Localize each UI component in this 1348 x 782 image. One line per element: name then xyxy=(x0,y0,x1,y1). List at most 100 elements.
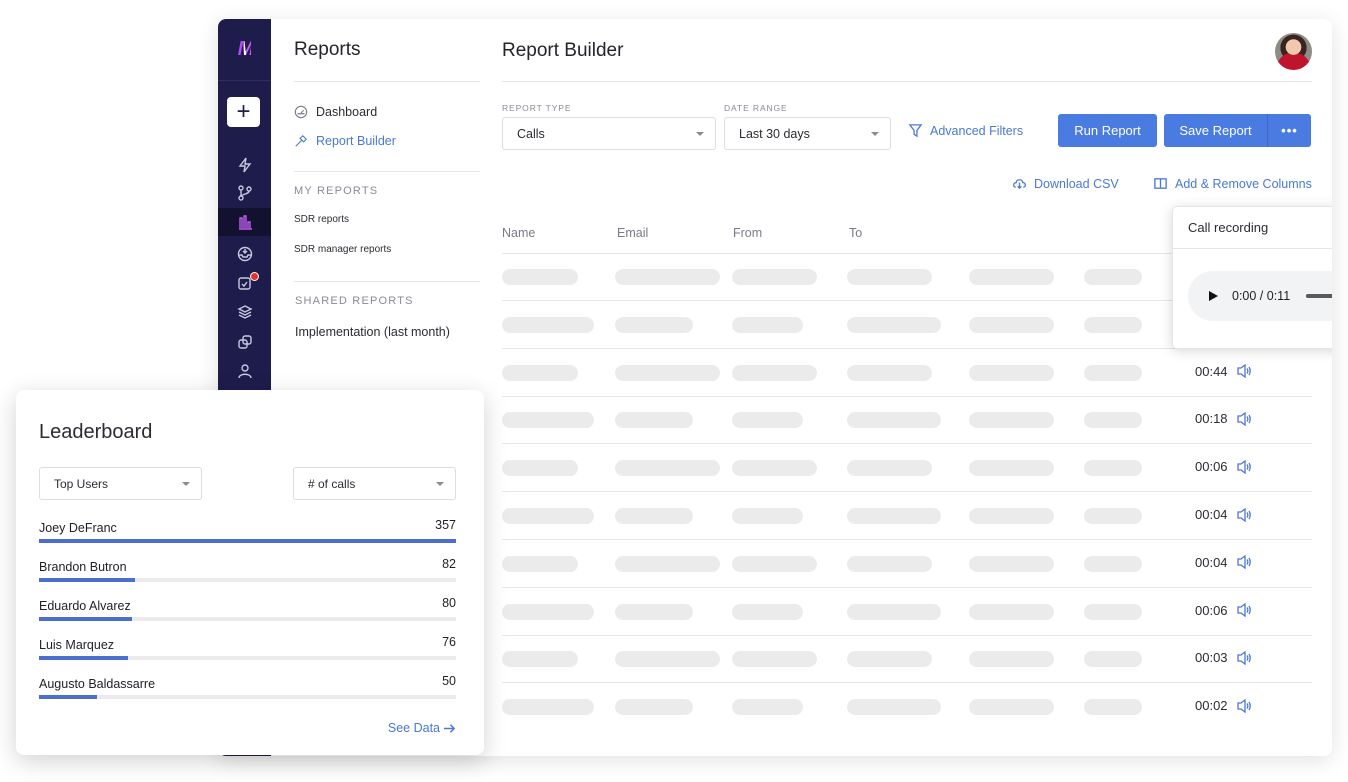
popup-title: Call recording xyxy=(1173,207,1332,249)
call-count: 80 xyxy=(442,596,456,610)
skeleton-cell xyxy=(732,508,803,524)
recording-duration[interactable]: 00:03 xyxy=(1195,650,1252,665)
chevron-down-icon xyxy=(182,482,190,486)
recording-duration[interactable]: 00:06 xyxy=(1195,603,1252,618)
skeleton-cell xyxy=(969,364,1054,381)
skeleton-cell xyxy=(969,460,1054,477)
rail-user[interactable] xyxy=(218,357,271,385)
inbox-icon xyxy=(237,246,252,262)
call-count: 50 xyxy=(442,674,456,688)
rail-copy[interactable] xyxy=(218,328,271,356)
skeleton-cell xyxy=(732,651,817,668)
nav-dashboard[interactable]: Dashboard xyxy=(294,105,377,119)
metric-value: # of calls xyxy=(308,476,356,491)
rail-tasks[interactable] xyxy=(218,269,271,297)
nav-report-builder[interactable]: Report Builder xyxy=(294,134,396,148)
progress-fill xyxy=(39,617,133,621)
skeleton-cell xyxy=(615,699,693,716)
row-divider xyxy=(502,586,1312,588)
my-report-item[interactable]: SDR manager reports xyxy=(294,244,391,255)
skeleton-cell xyxy=(615,603,693,620)
metric-select[interactable]: # of calls xyxy=(293,467,456,500)
add-button[interactable]: + xyxy=(227,97,260,127)
date-range-select[interactable]: Last 30 days xyxy=(724,117,891,150)
skeleton-cell xyxy=(732,699,803,716)
user-icon xyxy=(237,364,252,379)
rail-branch[interactable] xyxy=(218,179,271,207)
skeleton-cell xyxy=(1084,603,1142,620)
brand-logo[interactable]: M xyxy=(218,19,271,81)
recording-duration[interactable]: 00:06 xyxy=(1195,459,1252,474)
skeleton-cell xyxy=(969,651,1054,668)
advanced-filters-link[interactable]: Advanced Filters xyxy=(908,123,1023,138)
seek-slider[interactable] xyxy=(1306,294,1332,298)
skeleton-cell xyxy=(732,460,817,477)
date-range-value: Last 30 days xyxy=(739,126,810,141)
my-report-item[interactable]: SDR reports xyxy=(294,214,349,225)
call-count: 76 xyxy=(442,635,456,649)
save-report-button[interactable]: Save Report xyxy=(1164,114,1267,147)
progress-track xyxy=(39,695,456,699)
user-name: Brandon Butron xyxy=(39,560,127,574)
skeleton-cell xyxy=(502,460,578,477)
column-header-email[interactable]: Email xyxy=(617,226,648,240)
see-data-label: See Data xyxy=(387,721,440,735)
skeleton-cell xyxy=(732,364,817,381)
column-header-name[interactable]: Name xyxy=(502,226,535,240)
duration-text: 00:04 xyxy=(1195,507,1228,522)
rail-layers[interactable] xyxy=(218,298,271,326)
recording-duration[interactable]: 00:04 xyxy=(1195,507,1252,522)
row-divider xyxy=(502,395,1312,397)
group-by-select[interactable]: Top Users xyxy=(39,467,202,500)
add-remove-columns-link[interactable]: Add & Remove Columns xyxy=(1153,176,1312,191)
rail-reports[interactable] xyxy=(218,208,271,236)
skeleton-cell xyxy=(502,699,594,716)
rail-inbox[interactable] xyxy=(218,240,271,268)
chevron-down-icon xyxy=(871,132,879,136)
speaker-icon xyxy=(1236,555,1251,570)
skeleton-cell xyxy=(847,603,941,620)
logo-mark: M xyxy=(237,38,255,60)
column-header-from[interactable]: From xyxy=(733,226,762,240)
user-name: Eduardo Alvarez xyxy=(39,599,131,613)
play-icon[interactable] xyxy=(1209,291,1218,301)
rail-lightning[interactable] xyxy=(218,151,271,179)
skeleton-cell xyxy=(502,508,594,524)
user-name: Joey DeFranc xyxy=(39,521,117,535)
download-csv-link[interactable]: Download CSV xyxy=(1012,176,1119,191)
shared-report-item[interactable]: Implementation (last month) xyxy=(295,325,450,339)
column-header-to[interactable]: To xyxy=(849,226,862,240)
gauge-icon xyxy=(294,105,308,119)
row-divider xyxy=(502,443,1312,445)
report-type-select[interactable]: Calls xyxy=(502,117,716,150)
more-options-button[interactable]: ••• xyxy=(1267,114,1311,147)
progress-fill xyxy=(39,656,128,660)
recording-duration[interactable]: 00:04 xyxy=(1195,555,1252,570)
progress-fill xyxy=(39,539,456,543)
recording-duration[interactable]: 00:18 xyxy=(1195,411,1252,426)
progress-track xyxy=(39,617,456,621)
speaker-icon xyxy=(1236,364,1251,379)
skeleton-cell xyxy=(1084,651,1142,668)
chevron-down-icon xyxy=(436,482,444,486)
user-avatar[interactable] xyxy=(1275,33,1312,70)
skeleton-cell xyxy=(969,603,1054,620)
recording-duration[interactable]: 00:44 xyxy=(1195,364,1252,379)
recording-duration[interactable]: 00:02 xyxy=(1195,698,1252,713)
skeleton-cell xyxy=(732,555,817,572)
skeleton-cell xyxy=(502,412,594,429)
skeleton-cell xyxy=(969,316,1054,333)
cloud-download-icon xyxy=(1013,179,1026,190)
run-report-button[interactable]: Run Report xyxy=(1058,114,1157,147)
divider xyxy=(294,81,480,82)
progress-fill xyxy=(39,578,135,582)
advanced-filters-label: Advanced Filters xyxy=(930,123,1024,138)
skeleton-cell xyxy=(502,269,578,285)
layers-icon xyxy=(236,305,253,319)
duration-text: 00:06 xyxy=(1195,602,1228,618)
see-data-link[interactable]: See Data xyxy=(388,721,456,735)
copy-icon xyxy=(237,335,252,349)
arrow-right-icon xyxy=(443,723,456,733)
date-range-label: DATE RANGE xyxy=(724,103,788,113)
skeleton-cell xyxy=(502,555,578,572)
